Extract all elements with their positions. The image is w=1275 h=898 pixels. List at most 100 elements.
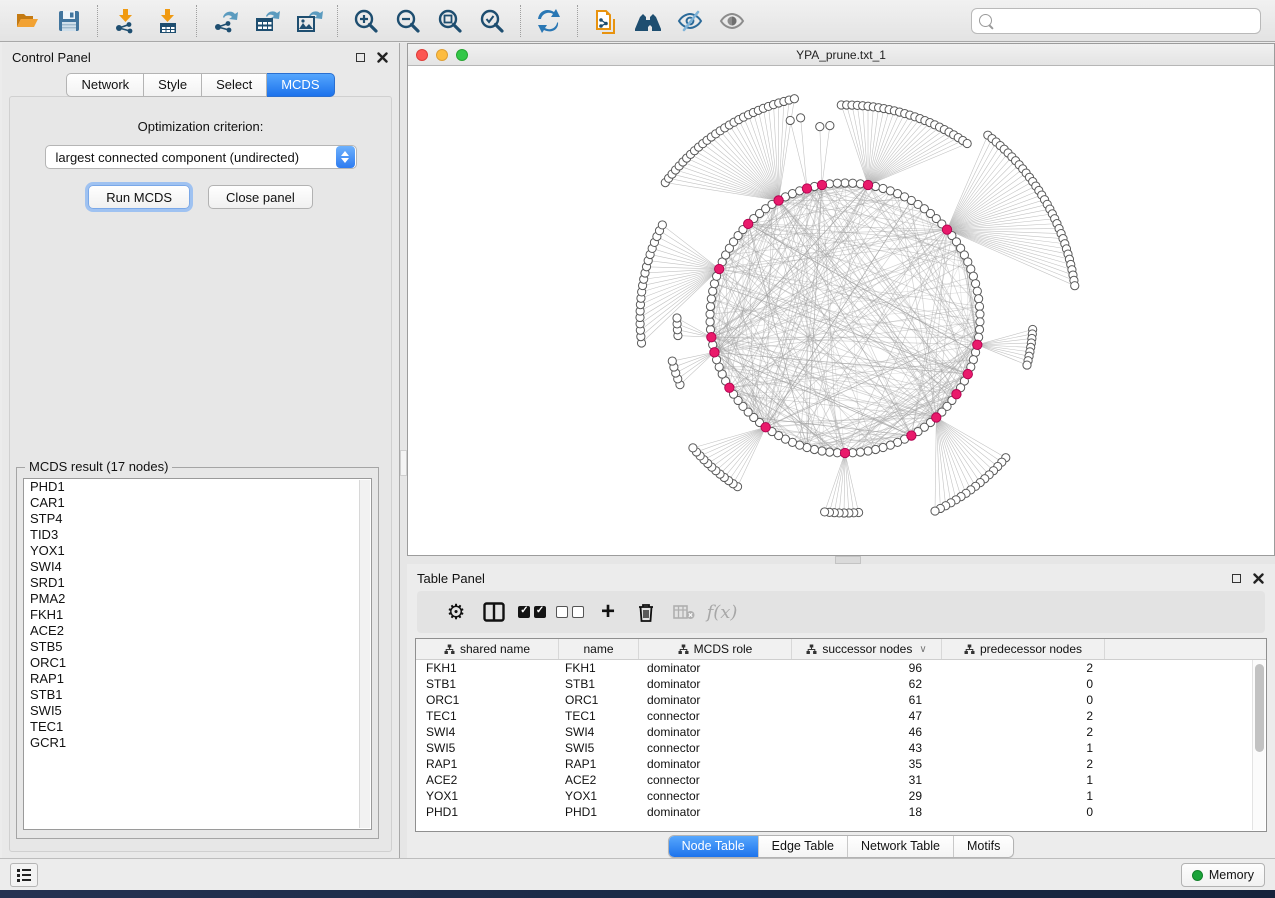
table-cell: ACE2 <box>559 772 639 788</box>
mcds-result-item[interactable]: PHD1 <box>24 479 371 495</box>
close-panel-button[interactable]: Close panel <box>208 185 313 209</box>
show-log-console-button[interactable] <box>10 863 38 887</box>
network-window-titlebar[interactable]: YPA_prune.txt_1 <box>408 44 1274 66</box>
show-all-icon[interactable] <box>717 6 747 36</box>
export-table-icon[interactable] <box>252 6 282 36</box>
delete-column-icon[interactable] <box>627 597 665 627</box>
mcds-result-item[interactable]: RAP1 <box>24 671 371 687</box>
table-row[interactable]: YOX1YOX1connector291 <box>416 788 1266 804</box>
node-table[interactable]: shared name name MCDS role successor nod… <box>415 638 1267 832</box>
column-header-shared-name[interactable]: shared name <box>416 639 559 659</box>
mcds-result-items: PHD1CAR1STP4TID3YOX1SWI4SRD1PMA2FKH1ACE2… <box>24 479 371 751</box>
mcds-result-item[interactable]: STB1 <box>24 687 371 703</box>
mcds-result-list[interactable]: PHD1CAR1STP4TID3YOX1SWI4SRD1PMA2FKH1ACE2… <box>23 478 372 830</box>
table-cell: connector <box>639 740 792 756</box>
scrollbar-thumb[interactable] <box>1255 664 1264 752</box>
zoom-fit-icon[interactable] <box>435 6 465 36</box>
mcds-result-item[interactable]: PMA2 <box>24 591 371 607</box>
table-row[interactable]: SWI5SWI5connector431 <box>416 740 1266 756</box>
import-table-icon[interactable] <box>153 6 183 36</box>
save-session-icon[interactable] <box>54 6 84 36</box>
zoom-out-icon[interactable] <box>393 6 423 36</box>
splitter-grip[interactable] <box>400 450 407 476</box>
run-mcds-button[interactable]: Run MCDS <box>88 185 190 209</box>
table-row[interactable]: PHD1PHD1dominator180 <box>416 804 1266 820</box>
tab-edge-table[interactable]: Edge Table <box>758 836 847 857</box>
table-cell: 46 <box>792 724 942 740</box>
table-cell: dominator <box>639 676 792 692</box>
table-panel: Table Panel ⚙ + f(x) <box>407 564 1275 858</box>
table-cell: FKH1 <box>416 660 559 676</box>
mcds-result-item[interactable]: SWI5 <box>24 703 371 719</box>
column-header-mcds-role[interactable]: MCDS role <box>639 639 792 659</box>
mcds-result-item[interactable]: CAR1 <box>24 495 371 511</box>
table-cell: YOX1 <box>559 788 639 804</box>
table-header-row: shared name name MCDS role successor nod… <box>416 639 1266 660</box>
float-panel-icon[interactable] <box>354 51 367 64</box>
tab-network[interactable]: Network <box>66 73 144 97</box>
table-cell: dominator <box>639 756 792 772</box>
table-row[interactable]: STB1STB1dominator620 <box>416 676 1266 692</box>
mcds-result-item[interactable]: ORC1 <box>24 655 371 671</box>
deselect-all-rows-icon[interactable] <box>551 597 589 627</box>
table-scrollbar[interactable] <box>1252 660 1265 830</box>
mcds-result-item[interactable]: SWI4 <box>24 559 371 575</box>
hide-selected-icon[interactable] <box>675 6 705 36</box>
table-cell: SWI5 <box>416 740 559 756</box>
first-neighbors-icon[interactable] <box>633 6 663 36</box>
column-header-successor-nodes[interactable]: successor nodes ∨ <box>792 639 942 659</box>
column-header-name[interactable]: name <box>559 639 639 659</box>
table-settings-gear-icon[interactable]: ⚙ <box>437 597 475 627</box>
memory-status-icon <box>1192 870 1203 881</box>
select-all-rows-icon[interactable] <box>513 597 551 627</box>
export-network-icon[interactable] <box>210 6 240 36</box>
zoom-selected-icon[interactable] <box>477 6 507 36</box>
import-network-icon[interactable] <box>111 6 141 36</box>
mcds-list-scrollbar[interactable] <box>359 480 370 828</box>
apply-layout-icon[interactable] <box>534 6 564 36</box>
table-row[interactable]: ORC1ORC1dominator610 <box>416 692 1266 708</box>
function-builder-icon: f(x) <box>703 597 741 627</box>
export-image-icon[interactable] <box>294 6 324 36</box>
tab-motifs[interactable]: Motifs <box>953 836 1013 857</box>
create-column-icon[interactable]: + <box>589 597 627 627</box>
table-row[interactable]: TEC1TEC1connector472 <box>416 708 1266 724</box>
search-input[interactable] <box>998 13 1253 28</box>
table-row[interactable]: ACE2ACE2connector311 <box>416 772 1266 788</box>
memory-button[interactable]: Memory <box>1181 863 1265 887</box>
mcds-result-item[interactable]: STB5 <box>24 639 371 655</box>
table-row[interactable]: RAP1RAP1dominator352 <box>416 756 1266 772</box>
table-row[interactable]: SWI4SWI4dominator462 <box>416 724 1266 740</box>
close-panel-icon[interactable] <box>1252 572 1265 585</box>
tab-style[interactable]: Style <box>144 73 202 97</box>
mcds-result-item[interactable]: TEC1 <box>24 719 371 735</box>
table-cell: 29 <box>792 788 942 804</box>
float-panel-icon[interactable] <box>1230 572 1243 585</box>
vertical-splitter[interactable] <box>400 43 407 858</box>
split-panel-icon[interactable] <box>475 597 513 627</box>
mcds-result-item[interactable]: GCR1 <box>24 735 371 751</box>
column-header-predecessor-nodes[interactable]: predecessor nodes <box>942 639 1105 659</box>
column-label: shared name <box>460 642 530 656</box>
close-panel-icon[interactable] <box>376 51 389 64</box>
toolbar-separator <box>337 5 338 37</box>
new-network-from-selection-icon[interactable] <box>591 6 621 36</box>
optimization-criterion-select[interactable]: largest connected component (undirected) <box>45 145 357 169</box>
table-toolbar: ⚙ + f(x) <box>417 591 1265 633</box>
table-row[interactable]: FKH1FKH1dominator962 <box>416 660 1266 676</box>
tab-node-table[interactable]: Node Table <box>669 836 758 857</box>
mcds-result-item[interactable]: ACE2 <box>24 623 371 639</box>
open-session-icon[interactable] <box>12 6 42 36</box>
network-graph-canvas[interactable] <box>408 66 1274 555</box>
tab-select[interactable]: Select <box>202 73 267 97</box>
tab-network-table[interactable]: Network Table <box>847 836 953 857</box>
mcds-result-item[interactable]: FKH1 <box>24 607 371 623</box>
mcds-result-item[interactable]: STP4 <box>24 511 371 527</box>
zoom-in-icon[interactable] <box>351 6 381 36</box>
mcds-result-item[interactable]: SRD1 <box>24 575 371 591</box>
mcds-result-item[interactable]: TID3 <box>24 527 371 543</box>
tab-mcds[interactable]: MCDS <box>267 73 334 97</box>
mcds-result-item[interactable]: YOX1 <box>24 543 371 559</box>
search-field[interactable] <box>971 8 1261 34</box>
table-cell: 2 <box>942 660 1105 676</box>
